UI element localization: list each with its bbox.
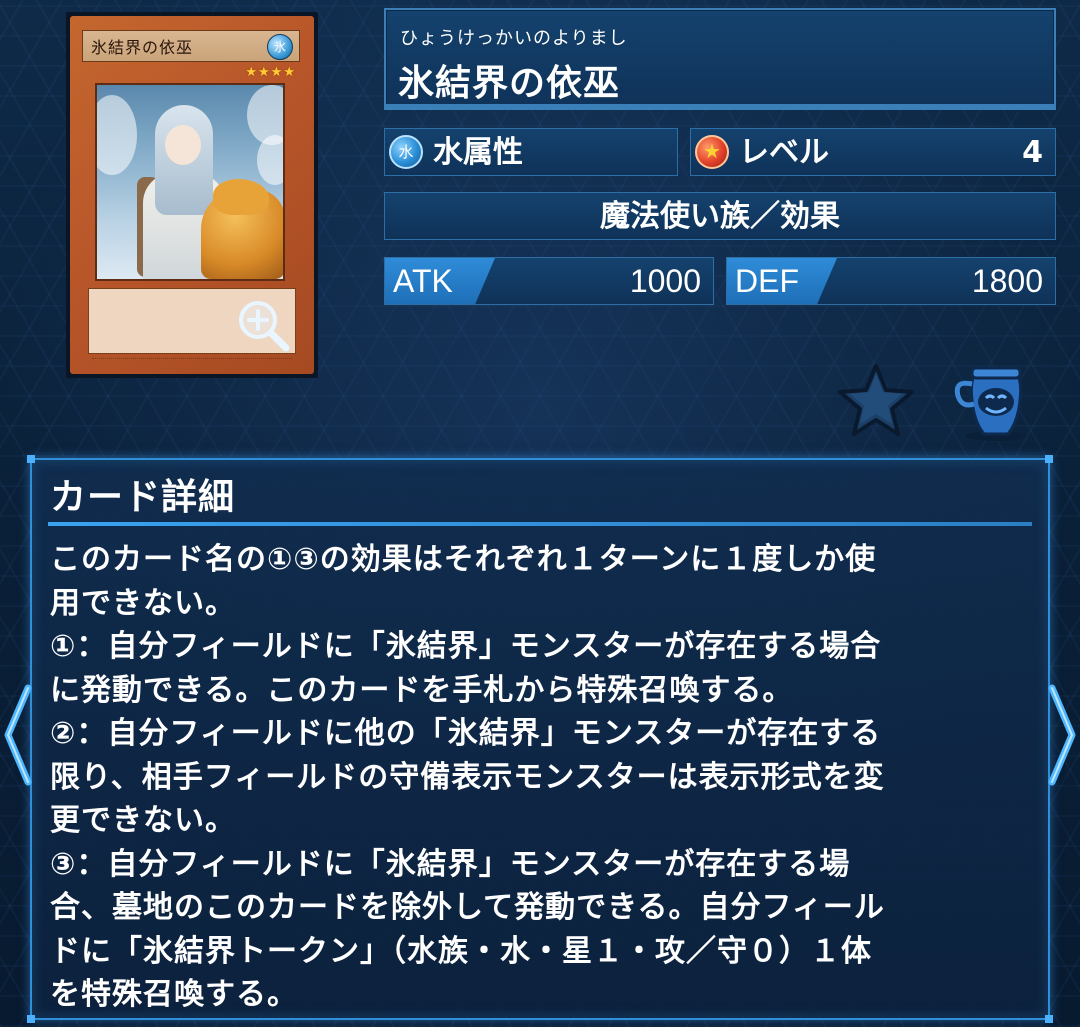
corner-marker: [1045, 1015, 1053, 1023]
card-image-footer: [92, 358, 292, 365]
card-artwork: [95, 83, 285, 281]
card-image-level-stars: ★★★★: [245, 65, 296, 80]
corner-marker: [27, 1015, 35, 1023]
card-name-reading: ひょうけっかいのよりまし: [400, 28, 628, 49]
deck-button[interactable]: [948, 360, 1044, 442]
atk-label: ATK: [393, 263, 453, 299]
level-value: 4: [1022, 135, 1043, 170]
attribute-label: 水属性: [433, 135, 523, 170]
atk-value: 1000: [629, 263, 701, 299]
card-name: 氷結界の依巫: [398, 63, 621, 104]
level-star-icon: ★: [695, 135, 729, 169]
card-type: 魔法使い族／効果: [600, 199, 840, 234]
def-label: DEF: [735, 263, 799, 299]
chevron-right-icon: [1048, 684, 1076, 786]
water-attribute-icon: 水: [389, 135, 423, 169]
previous-card-button[interactable]: [0, 680, 36, 790]
def-panel: DEF 1800: [726, 257, 1056, 305]
atk-panel: ATK 1000: [384, 257, 714, 305]
chevron-left-icon: [4, 684, 32, 786]
name-panel-underline: [386, 104, 1054, 108]
level-panel: ★ レベル 4: [690, 128, 1056, 176]
magnifier-plus-icon[interactable]: [236, 298, 292, 354]
def-value: 1800: [971, 263, 1043, 299]
card-image-name: 氷結界の依巫: [91, 38, 194, 57]
level-label: レベル: [739, 135, 829, 170]
type-panel: 魔法使い族／効果: [384, 192, 1056, 240]
star-icon: [838, 364, 914, 436]
card-image-attribute-icon: 氷: [267, 34, 293, 60]
corner-marker: [27, 455, 35, 463]
deck-jar-icon: [954, 366, 1026, 441]
corner-marker: [1045, 455, 1053, 463]
attribute-panel: 水 水属性: [384, 128, 678, 176]
favorite-button[interactable]: [834, 360, 918, 440]
next-card-button[interactable]: [1044, 680, 1080, 790]
card-name-panel: ひょうけっかいのよりまし 氷結界の依巫: [384, 8, 1056, 110]
card-details-panel[interactable]: カード詳細 このカード名の①③の効果はそれぞれ１ターンに１度しか使 用できない。…: [27, 455, 1053, 1023]
card-effect-text: このカード名の①③の効果はそれぞれ１ターンに１度しか使 用できない。 ①：自分フ…: [50, 542, 885, 1012]
details-divider: [48, 522, 1032, 526]
details-title: カード詳細: [50, 477, 236, 518]
card-image-name-bar: 氷結界の依巫 氷: [82, 30, 300, 62]
